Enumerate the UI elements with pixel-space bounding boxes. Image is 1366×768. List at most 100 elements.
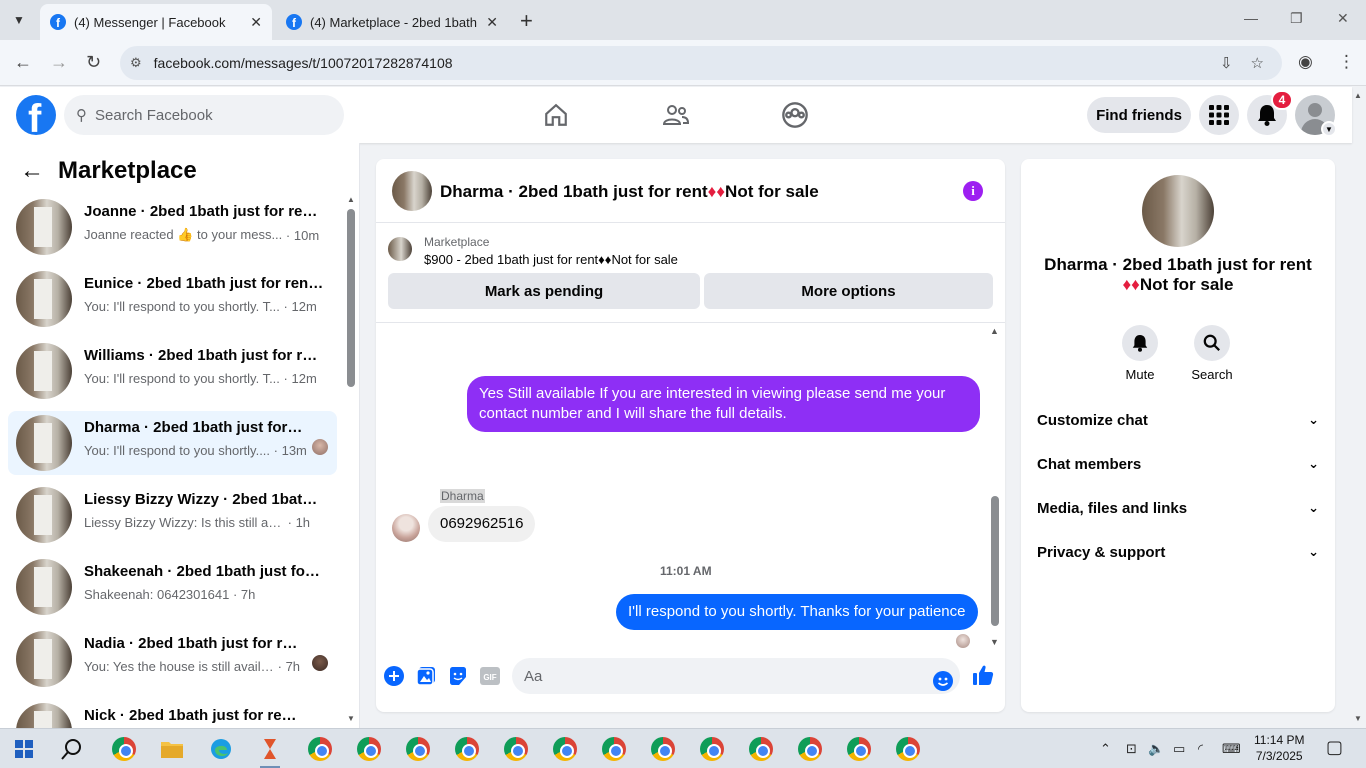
chrome-taskbar-icon[interactable] [551, 735, 579, 763]
conversation-item-dharma[interactable]: Dharma · 2bed 1bath just for rent♦♦Not f… [8, 411, 337, 475]
close-window-icon[interactable]: ✕ [1337, 10, 1349, 27]
message-bubble-sent[interactable]: Yes Still available If you are intereste… [467, 376, 980, 432]
browser-tab-messenger[interactable]: f (4) Messenger | Facebook ✕ [40, 4, 272, 40]
mute-button[interactable]: Mute [1110, 325, 1170, 382]
menu-kebab-icon[interactable]: ⋮ [1338, 52, 1355, 72]
restore-icon[interactable]: ❐ [1290, 10, 1303, 27]
sender-avatar[interactable] [392, 514, 420, 542]
back-icon[interactable]: ← [14, 52, 32, 73]
conversation-item-joanne[interactable]: Joanne · 2bed 1bath just for rent♦♦Not f… [8, 195, 337, 259]
profile-icon[interactable]: ◉ [1298, 52, 1313, 72]
scroll-down-arrow-icon[interactable]: ▼ [347, 714, 355, 723]
page-scroll-up-icon[interactable]: ▲ [1354, 91, 1362, 100]
conversation-item-williams[interactable]: Williams · 2bed 1bath just for rent♦♦Not… [8, 339, 337, 403]
conversation-list-scrollbar[interactable] [347, 209, 355, 387]
listing-thumbnail[interactable] [388, 237, 412, 261]
chrome-taskbar-icon[interactable] [355, 735, 383, 763]
emoji-icon[interactable] [932, 670, 954, 692]
groups-icon[interactable] [779, 99, 811, 131]
friends-icon[interactable] [660, 99, 692, 131]
chrome-taskbar-icon[interactable] [796, 735, 824, 763]
battery-icon[interactable]: ▭ [1173, 741, 1185, 757]
chat-avatar[interactable] [392, 171, 432, 211]
privacy-support-section[interactable]: Privacy & support ⌄ [1037, 534, 1319, 570]
info-icon[interactable]: i [963, 181, 983, 201]
scroll-up-arrow-icon[interactable]: ▲ [347, 195, 355, 204]
conversation-item-liessy[interactable]: Liessy Bizzy Wizzy · 2bed 1bath just for… [8, 483, 337, 547]
forward-icon[interactable]: → [50, 52, 68, 73]
close-tab-icon[interactable]: ✕ [250, 14, 262, 31]
scroll-down-arrow-icon[interactable]: ▼ [990, 637, 999, 647]
conversation-item-shakeenah[interactable]: Shakeenah · 2bed 1bath just for rent♦♦No… [8, 555, 337, 619]
keyboard-icon[interactable]: ⌨ [1222, 741, 1241, 757]
chrome-taskbar-icon[interactable] [747, 735, 775, 763]
find-friends-button[interactable]: Find friends [1087, 97, 1191, 133]
file-explorer-icon[interactable] [158, 735, 186, 763]
windows-start-icon[interactable] [10, 735, 38, 763]
chrome-taskbar-icon[interactable] [453, 735, 481, 763]
gif-icon[interactable]: GIF [479, 665, 501, 687]
url-bar[interactable]: ⚙ facebook.com/messages/t/10072017282874… [120, 46, 1282, 80]
browser-tab-marketplace[interactable]: f (4) Marketplace - 2bed 1bath ju ✕ [276, 4, 508, 40]
chrome-taskbar-icon[interactable] [306, 735, 334, 763]
facebook-search[interactable]: ⚲ [64, 95, 344, 135]
reload-icon[interactable]: ↻ [86, 52, 101, 73]
message-bubble-received[interactable]: 0692962516 [428, 506, 536, 542]
chat-members-section[interactable]: Chat members ⌄ [1037, 446, 1319, 482]
url-text[interactable]: facebook.com/messages/t/1007201728287410… [154, 55, 1220, 71]
mark-as-pending-button[interactable]: Mark as pending [388, 273, 700, 309]
wifi-icon[interactable]: ◜ [1198, 741, 1203, 757]
message-input[interactable] [512, 658, 960, 694]
edge-icon[interactable] [207, 735, 235, 763]
conversation-item-nick[interactable]: Nick · 2bed 1bath just for rent♦♦Not for… [8, 699, 337, 728]
back-arrow-icon[interactable]: ← [20, 157, 44, 185]
taskbar-search-icon[interactable] [58, 735, 86, 763]
listing-description[interactable]: $900 - 2bed 1bath just for rent♦♦Not for… [424, 252, 678, 267]
sticker-icon[interactable] [447, 665, 469, 687]
photo-icon[interactable] [415, 665, 437, 687]
site-settings-icon[interactable]: ⚙ [130, 55, 142, 71]
bookmark-star-icon[interactable]: ☆ [1251, 54, 1264, 72]
search-input[interactable] [95, 106, 315, 124]
chrome-taskbar-icon[interactable] [894, 735, 922, 763]
install-app-icon[interactable]: ⇩ [1220, 54, 1233, 72]
tray-device-icon[interactable]: ⊡ [1126, 741, 1137, 757]
tray-chevron-up-icon[interactable]: ⌃ [1100, 741, 1111, 757]
system-clock[interactable]: 11:14 PM 7/3/2025 [1254, 732, 1304, 764]
tab-search-dropdown[interactable]: ▼ [6, 8, 32, 32]
notification-center-icon[interactable]: ▢ [1326, 737, 1343, 758]
scroll-up-arrow-icon[interactable]: ▲ [990, 326, 999, 336]
conversation-avatar[interactable] [1142, 175, 1214, 247]
message-composer: GIF [376, 652, 1005, 712]
message-bubble-sent[interactable]: I'll respond to you shortly. Thanks for … [616, 594, 978, 630]
chrome-taskbar-icon[interactable] [845, 735, 873, 763]
account-chevron-down-icon[interactable]: ▼ [1321, 121, 1337, 137]
conversation-item-eunice[interactable]: Eunice · 2bed 1bath just for rent♦♦Not f… [8, 267, 337, 331]
media-files-links-section[interactable]: Media, files and links ⌄ [1037, 490, 1319, 526]
volume-icon[interactable]: 🔈 [1148, 741, 1164, 757]
chrome-taskbar-icon[interactable] [698, 735, 726, 763]
chrome-taskbar-icon[interactable] [600, 735, 628, 763]
more-options-button[interactable]: More options [704, 273, 993, 309]
message-scrollbar[interactable] [991, 496, 999, 626]
minimize-icon[interactable]: — [1244, 10, 1258, 26]
chat-header: Dharma · 2bed 1bath just for rent♦♦Not f… [376, 159, 1005, 223]
plus-circle-icon[interactable] [383, 665, 405, 687]
search-button[interactable]: Search [1182, 325, 1242, 382]
thumbs-up-icon[interactable] [972, 664, 994, 686]
sender-name: Dharma [440, 489, 485, 503]
chrome-taskbar-icon[interactable] [404, 735, 432, 763]
facebook-logo-icon[interactable]: f [16, 95, 56, 135]
app-taskbar-icon[interactable] [256, 735, 284, 763]
customize-chat-section[interactable]: Customize chat ⌄ [1037, 402, 1319, 438]
close-tab-icon[interactable]: ✕ [486, 14, 498, 31]
chrome-taskbar-icon[interactable] [502, 735, 530, 763]
home-icon[interactable] [540, 99, 572, 131]
conversation-item-nadia[interactable]: Nadia · 2bed 1bath just for rent♦♦Not fo… [8, 627, 337, 691]
chrome-taskbar-icon[interactable] [649, 735, 677, 763]
page-scroll-down-icon[interactable]: ▼ [1354, 714, 1362, 723]
chat-title[interactable]: Dharma · 2bed 1bath just for rent♦♦Not f… [440, 182, 819, 202]
chrome-taskbar-icon[interactable] [110, 735, 138, 763]
new-tab-icon[interactable]: + [520, 8, 533, 34]
menu-grid-icon[interactable] [1199, 95, 1239, 135]
